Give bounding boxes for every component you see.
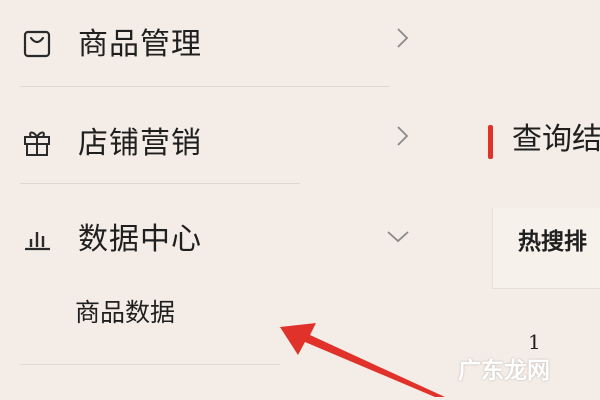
section-accent-bar — [488, 125, 493, 159]
tab-hot-search-rank[interactable]: 热搜排 — [518, 226, 587, 258]
divider — [20, 183, 300, 184]
sidebar-item-product-management[interactable]: 商品管理 — [0, 14, 420, 74]
sidebar-item-store-marketing[interactable]: 店铺营销 — [0, 112, 420, 172]
sidebar-item-data-center[interactable]: 数据中心 — [0, 208, 420, 268]
chevron-right-icon[interactable] — [388, 24, 416, 52]
sidebar-item-label: 数据中心 — [78, 222, 202, 257]
gift-icon — [24, 131, 50, 156]
watermark: 广东龙网 — [458, 358, 550, 384]
bar-chart-icon — [25, 232, 50, 251]
red-arrow-annotation — [280, 323, 445, 397]
chevron-right-icon[interactable] — [388, 122, 416, 150]
rank-number: 1 — [528, 330, 541, 354]
chevron-down-icon[interactable] — [384, 222, 412, 250]
divider — [20, 86, 390, 87]
section-title: 查询结 — [512, 122, 600, 157]
shopping-bag-icon — [23, 30, 51, 58]
divider — [20, 364, 280, 365]
sidebar-item-label: 商品管理 — [78, 27, 202, 62]
main-content: 查询结 热搜排 1 — [470, 0, 600, 400]
sidebar-subitem-product-data[interactable]: 商品数据 — [75, 297, 175, 329]
sidebar-item-label: 店铺营销 — [78, 126, 202, 161]
